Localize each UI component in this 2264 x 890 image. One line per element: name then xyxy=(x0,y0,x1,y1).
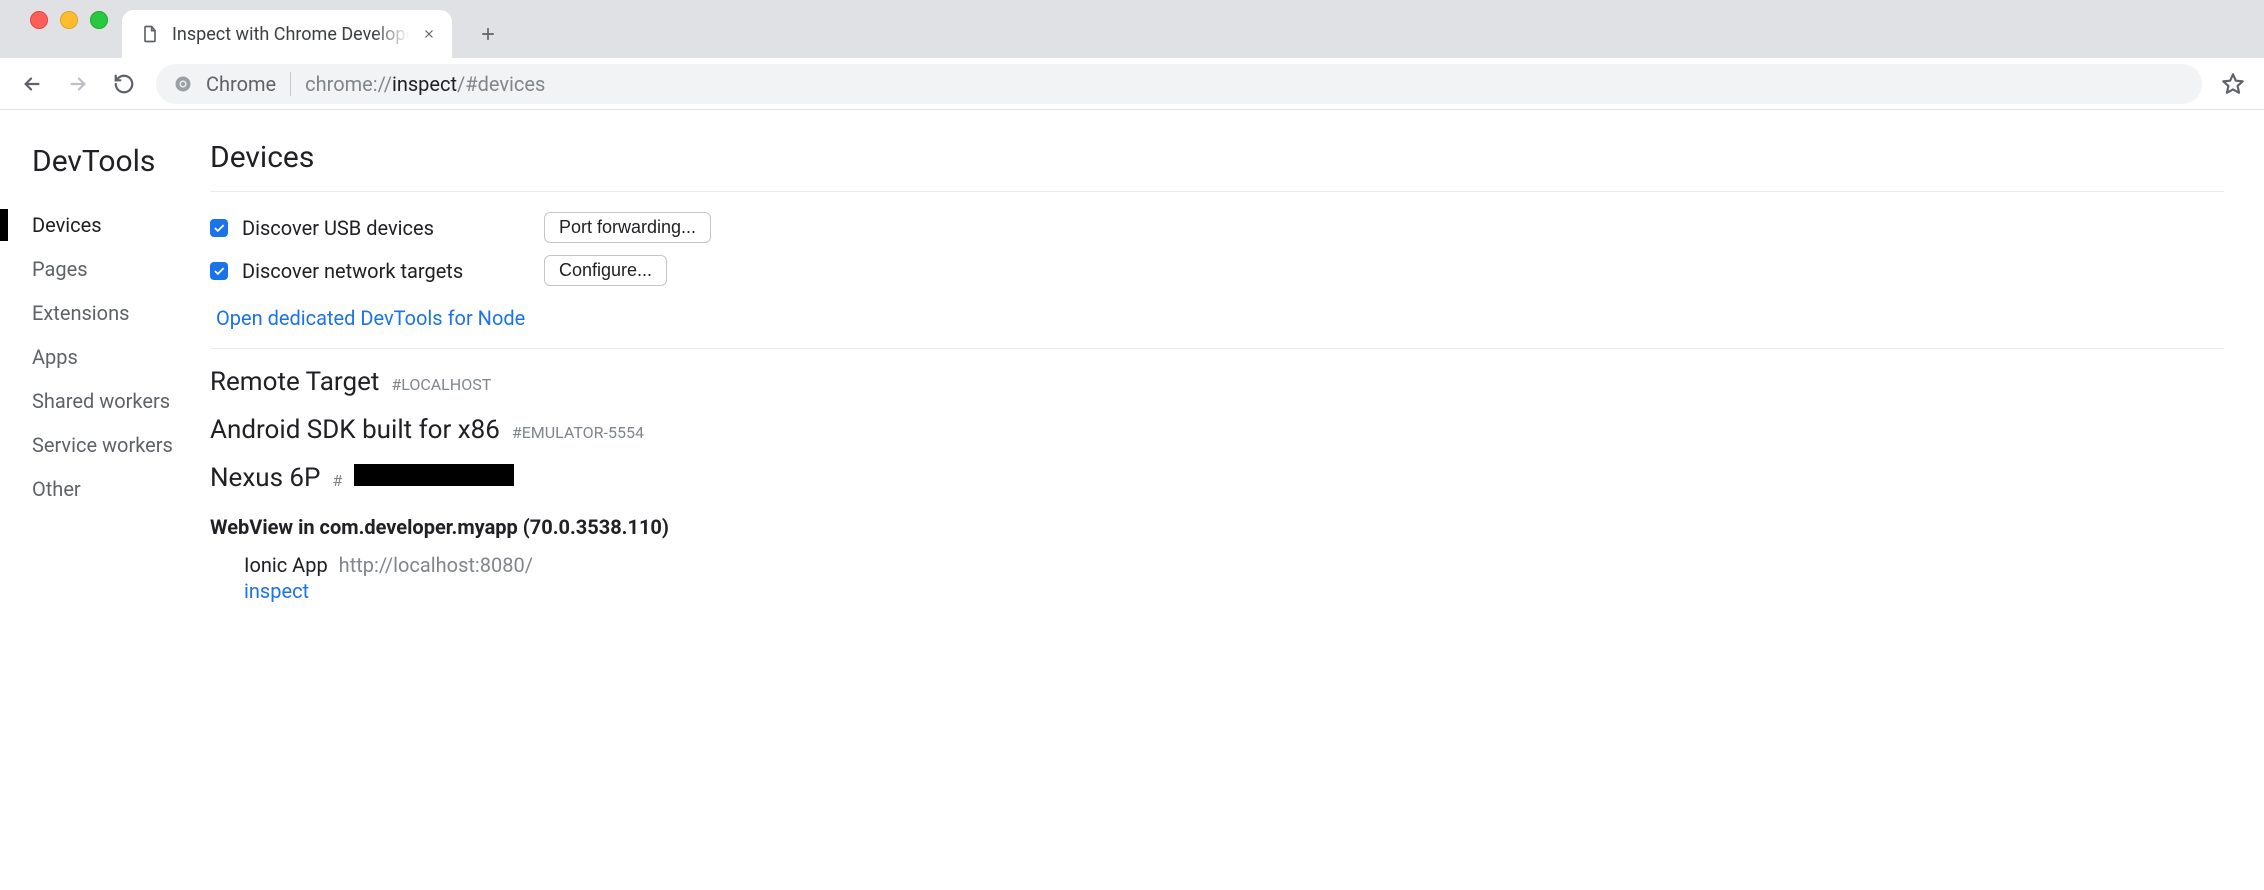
sidebar-title: DevTools xyxy=(0,144,200,203)
window-controls xyxy=(14,0,122,58)
emulator-heading: Android SDK built for x86 #EMULATOR-5554 xyxy=(210,415,2224,445)
sidebar-item-apps[interactable]: Apps xyxy=(0,335,200,379)
content-pane: Devices Discover USB devices Port forwar… xyxy=(200,110,2264,890)
window-minimize-button[interactable] xyxy=(60,11,78,29)
url-host: inspect xyxy=(392,72,457,96)
close-tab-button[interactable] xyxy=(421,25,438,43)
checkbox-discover-network[interactable] xyxy=(210,262,228,280)
sidebar-item-pages[interactable]: Pages xyxy=(0,247,200,291)
browser-chrome: Inspect with Chrome Developer Chrome chr… xyxy=(0,0,2264,110)
configure-button[interactable]: Configure... xyxy=(544,255,667,286)
label-discover-network: Discover network targets xyxy=(242,259,463,283)
browser-tab[interactable]: Inspect with Chrome Developer xyxy=(122,10,452,58)
inspect-devices-page: DevTools Devices Pages Extensions Apps S… xyxy=(0,110,2264,890)
sidebar-item-shared-workers[interactable]: Shared workers xyxy=(0,379,200,423)
file-icon xyxy=(140,24,160,44)
back-button[interactable] xyxy=(18,70,46,98)
port-forwarding-button[interactable]: Port forwarding... xyxy=(544,212,711,243)
new-tab-button[interactable] xyxy=(468,14,508,54)
address-bar[interactable]: Chrome chrome://inspect/#devices xyxy=(156,64,2202,104)
window-close-button[interactable] xyxy=(30,11,48,29)
webview-line: WebView in com.developer.myapp (70.0.353… xyxy=(210,515,2224,539)
open-node-devtools-link[interactable]: Open dedicated DevTools for Node xyxy=(210,292,2224,349)
window-maximize-button[interactable] xyxy=(90,11,108,29)
inspect-link[interactable]: inspect xyxy=(210,579,2224,603)
sidebar-item-extensions[interactable]: Extensions xyxy=(0,291,200,335)
option-discover-usb: Discover USB devices Port forwarding... xyxy=(210,206,2224,249)
url-scheme: chrome:// xyxy=(305,72,392,96)
sidebar-item-other[interactable]: Other xyxy=(0,467,200,511)
url-path: /#devices xyxy=(457,72,545,96)
device-heading: Nexus 6P # xyxy=(210,463,2224,493)
emulator-title: Android SDK built for x86 xyxy=(210,415,500,445)
reload-button[interactable] xyxy=(110,70,138,98)
device-hash: # xyxy=(332,471,342,490)
target-name: Ionic App xyxy=(244,553,328,577)
emulator-tag: #EMULATOR-5554 xyxy=(512,423,644,442)
sidebar-item-service-workers[interactable]: Service workers xyxy=(0,423,200,467)
checkbox-discover-usb[interactable] xyxy=(210,219,228,237)
page-heading: Devices xyxy=(210,140,2224,192)
option-discover-network: Discover network targets Configure... xyxy=(210,249,2224,292)
tab-strip: Inspect with Chrome Developer xyxy=(0,0,2264,58)
remote-target-tag: #LOCALHOST xyxy=(391,375,491,394)
omnibox-url: chrome://inspect/#devices xyxy=(305,72,545,96)
omnibox-chip: Chrome xyxy=(206,72,291,96)
sidebar-item-devices[interactable]: Devices xyxy=(0,203,200,247)
label-discover-usb: Discover USB devices xyxy=(242,216,434,240)
sidebar-items: Devices Pages Extensions Apps Shared wor… xyxy=(0,203,200,511)
bookmark-button[interactable] xyxy=(2220,71,2246,97)
remote-target-title: Remote Target xyxy=(210,367,379,397)
forward-button[interactable] xyxy=(64,70,92,98)
device-title: Nexus 6P xyxy=(210,463,320,493)
target-url: http://localhost:8080/ xyxy=(339,553,533,577)
sidebar: DevTools Devices Pages Extensions Apps S… xyxy=(0,110,200,890)
browser-toolbar: Chrome chrome://inspect/#devices xyxy=(0,58,2264,110)
redacted-device-id xyxy=(354,464,514,486)
chrome-icon xyxy=(172,73,194,95)
remote-target-heading: Remote Target #LOCALHOST xyxy=(210,367,2224,397)
target-row: Ionic App http://localhost:8080/ xyxy=(210,553,2224,577)
tab-title: Inspect with Chrome Developer xyxy=(172,24,409,45)
